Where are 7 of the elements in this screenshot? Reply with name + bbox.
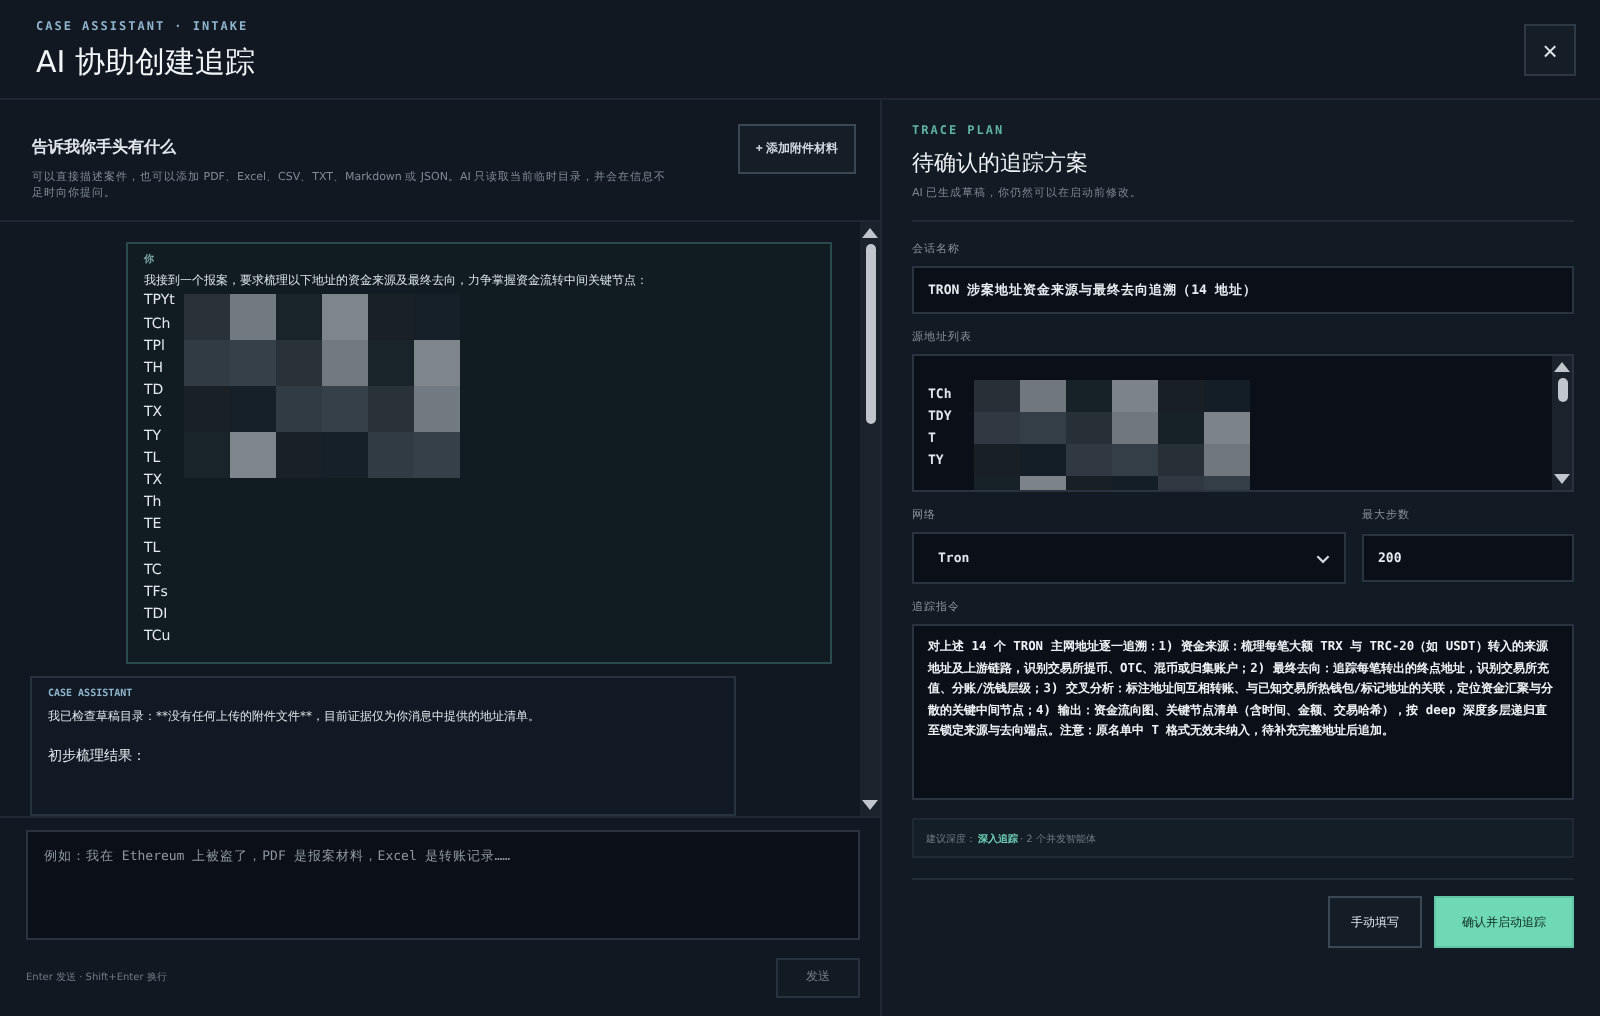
section-heading: 告诉我你手头有什么 xyxy=(32,136,178,158)
chevron-down-icon xyxy=(1316,553,1330,563)
dialog-title: AI 协助创建追踪 xyxy=(36,44,255,82)
scrollbar[interactable] xyxy=(860,221,880,815)
scrollbar[interactable] xyxy=(1552,356,1572,490)
plan-title: 待确认的追踪方案 xyxy=(912,148,1090,178)
close-button[interactable]: × xyxy=(1524,24,1576,76)
